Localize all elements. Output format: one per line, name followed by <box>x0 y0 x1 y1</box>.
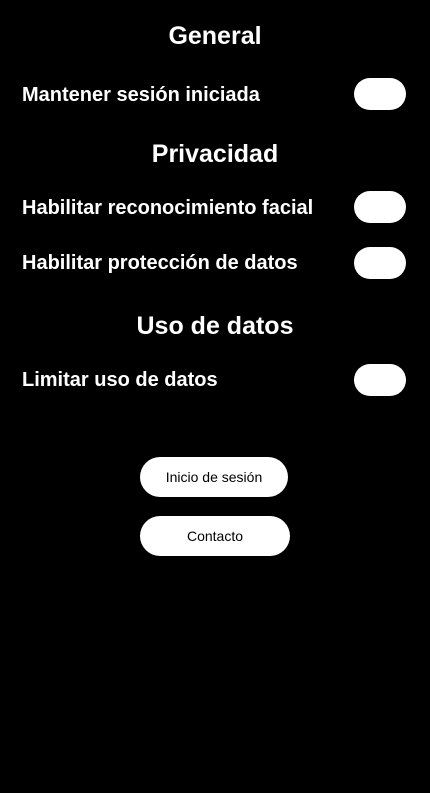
setting-label-facial-recognition: Habilitar reconocimiento facial <box>22 197 314 219</box>
section-title-general: General <box>168 22 262 50</box>
data-protection-toggle[interactable] <box>354 247 406 279</box>
login-button[interactable]: Inicio de sesión <box>140 457 288 497</box>
setting-label-data-protection: Habilitar protección de datos <box>22 252 298 274</box>
section-title-privacy: Privacidad <box>151 140 279 168</box>
setting-label-keep-session: Mantener sesión iniciada <box>22 84 260 106</box>
keep-session-toggle[interactable] <box>354 78 406 110</box>
section-title-data-usage: Uso de datos <box>136 312 294 340</box>
facial-recognition-toggle[interactable] <box>354 191 406 223</box>
contact-button[interactable]: Contacto <box>140 516 290 556</box>
limit-data-toggle[interactable] <box>354 364 406 396</box>
setting-label-limit-data: Limitar uso de datos <box>22 369 218 391</box>
